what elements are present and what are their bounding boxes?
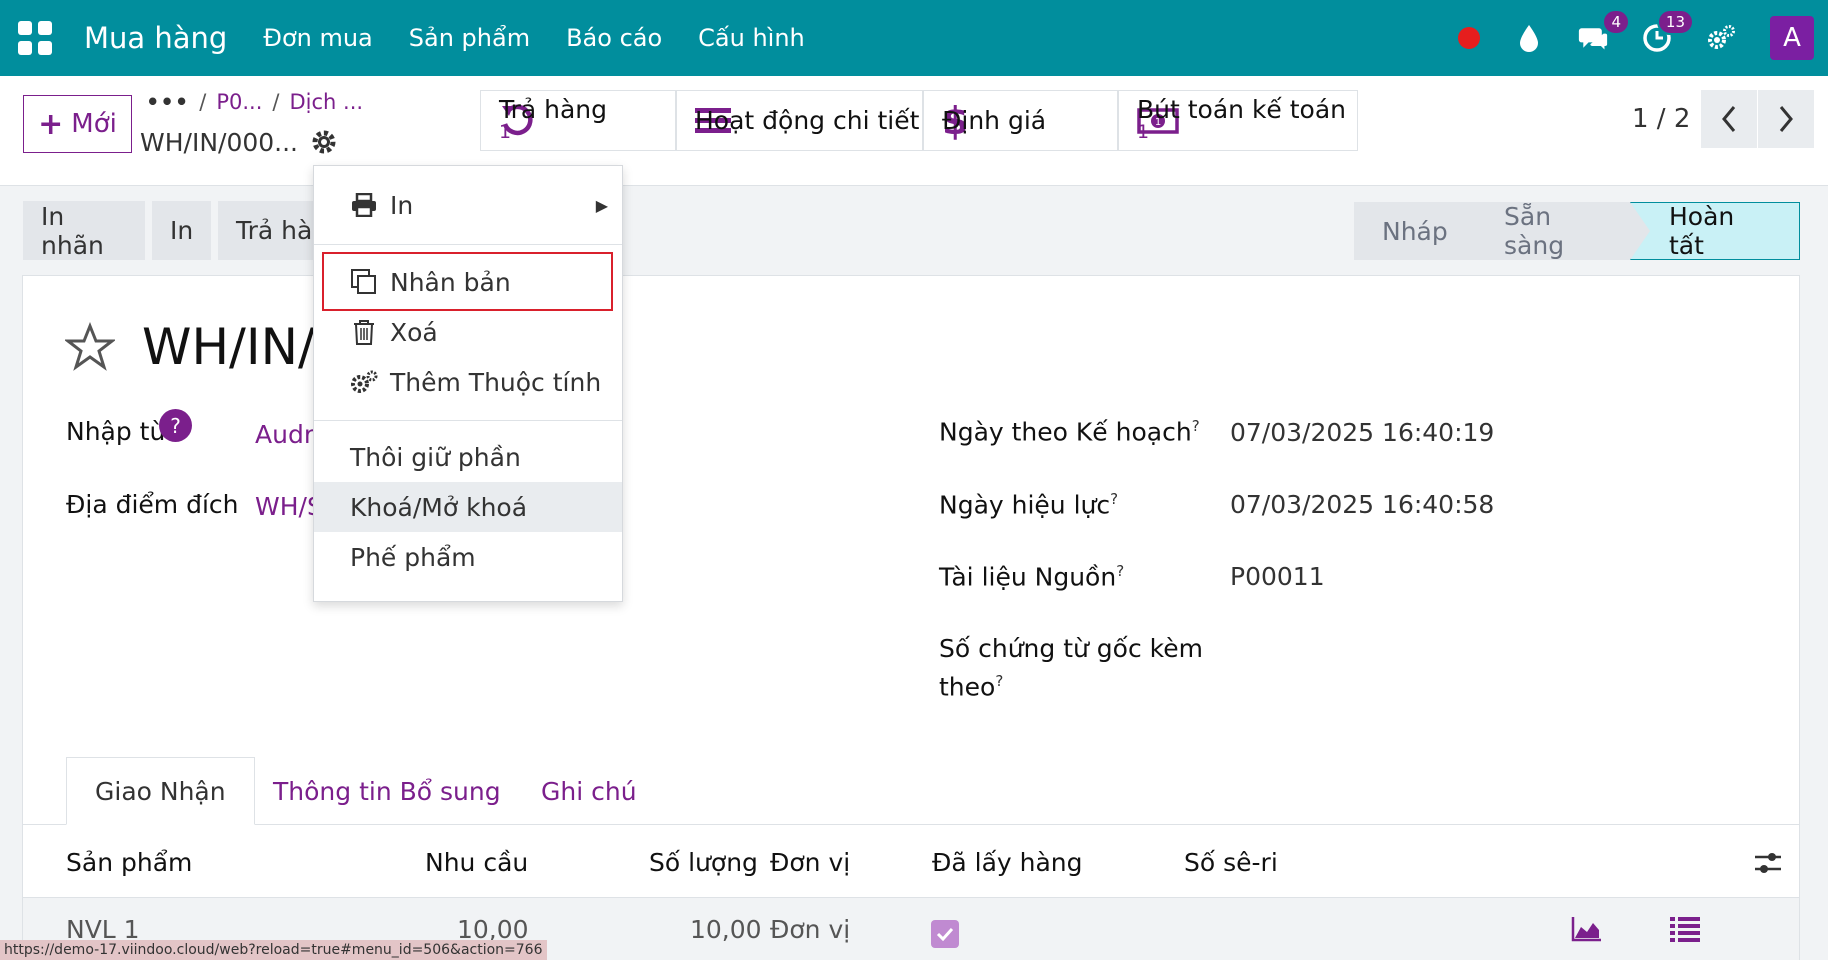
breadcrumb: ••• / P0... / Dịch ... (146, 90, 364, 114)
tab-note[interactable]: Ghi chú (541, 757, 637, 825)
chevron-left-icon (1722, 106, 1736, 132)
dropdown-item-lock-unlock[interactable]: Khoá/Mở khoá (314, 482, 622, 532)
plus-icon: + (38, 106, 64, 142)
menu-reports[interactable]: Báo cáo (566, 24, 662, 52)
dropdown-item-print-label: In (390, 190, 414, 220)
dropdown-item-add-attribute[interactable]: Thêm Thuộc tính (314, 357, 622, 407)
pager-next-button[interactable] (1758, 90, 1814, 148)
field-value-scheduled-date[interactable]: 07/03/2025 16:40:19 (1230, 418, 1494, 447)
dropdown-item-scrap[interactable]: Phế phẩm (314, 532, 622, 582)
settings-gears-icon[interactable] (1706, 23, 1736, 53)
caret-right-icon: ▶ (595, 195, 608, 215)
messages-badge: 4 (1602, 9, 1630, 35)
field-value-source[interactable]: Audr (255, 420, 315, 449)
return-button[interactable]: Trả hàng (218, 201, 318, 260)
messages-icon[interactable]: 4 (1578, 9, 1630, 53)
smart-button-valuation[interactable]: $ Định giá (923, 90, 1118, 151)
dropdown-item-delete-label: Xoá (390, 317, 438, 347)
field-value-destination[interactable]: WH/S (255, 492, 315, 521)
tab-operations[interactable]: Giao Nhận (66, 757, 255, 825)
star-icon[interactable] (65, 322, 115, 372)
field-label-scheduled-date: Ngày theo Kế hoạch? (939, 417, 1200, 447)
field-value-effective-date[interactable]: 07/03/2025 16:40:58 (1230, 490, 1494, 519)
check-icon (936, 927, 954, 941)
menu-config[interactable]: Cấu hình (698, 24, 805, 52)
print-button[interactable]: In (152, 201, 211, 260)
col-uom[interactable]: Đơn vị (770, 848, 850, 877)
activity-badge: 13 (1656, 9, 1694, 35)
new-button[interactable]: + Mới (23, 95, 132, 153)
record-name: WH/IN/000... (140, 128, 298, 157)
picked-checkbox[interactable] (931, 920, 959, 948)
print-labels-button[interactable]: In nhãn (23, 201, 145, 260)
dropdown-item-print[interactable]: In ▶ (314, 180, 622, 230)
printer-icon (350, 191, 378, 219)
cogs-icon (350, 368, 378, 396)
app-brand[interactable]: Mua hàng (84, 21, 227, 55)
field-label-source: Nhập từ (66, 417, 166, 446)
breadcrumb-item-po[interactable]: P0... (216, 90, 262, 114)
field-label-source-document: Tài liệu Nguồn? (939, 562, 1125, 592)
table-header: Sản phẩm Nhu cầu Số lượng Đơn vị Đã lấy … (23, 826, 1799, 898)
status-bar: Nháp Sẵn sàng Hoàn tất (1354, 202, 1800, 260)
highlight-box (322, 252, 613, 311)
status-ready-label: Sẵn sàng (1504, 202, 1565, 260)
breadcrumb-item-transfer[interactable]: Dịch ... (290, 90, 364, 114)
menu-products[interactable]: Sản phẩm (409, 24, 530, 52)
col-serial[interactable]: Số sê-ri (1184, 848, 1278, 877)
col-product[interactable]: Sản phẩm (66, 848, 192, 877)
dropdown-item-delete[interactable]: Xoá (314, 307, 622, 357)
status-done[interactable]: Hoàn tất (1630, 202, 1800, 260)
dropdown-item-add-attribute-label: Thêm Thuộc tính (390, 367, 602, 397)
menu-orders[interactable]: Đơn mua (263, 24, 372, 52)
smart-journal-label: Bút toán kế toán (1137, 94, 1347, 124)
chevron-right-icon (1779, 106, 1793, 132)
activity-clock-icon[interactable]: 13 (1642, 9, 1694, 53)
col-picked[interactable]: Đã lấy hàng (932, 848, 1083, 877)
status-draft-label: Nháp (1382, 216, 1448, 246)
col-demand[interactable]: Nhu cầu (425, 848, 528, 877)
col-quantity[interactable]: Số lượng (649, 848, 758, 877)
field-value-source-document[interactable]: P00011 (1230, 562, 1325, 591)
pager-value[interactable]: 1 / 2 (1632, 104, 1690, 134)
smart-returns-count: 1 (499, 120, 512, 143)
notebook-tabs: Giao Nhận Thông tin Bổ sung Ghi chú (23, 757, 1799, 825)
status-ready[interactable]: Sẵn sàng (1466, 202, 1650, 260)
top-navbar: Mua hàng Đơn mua Sản phẩm Báo cáo Cấu hì… (0, 0, 1828, 76)
tab-additional-info[interactable]: Thông tin Bổ sung (273, 757, 501, 825)
status-done-label: Hoàn tất (1669, 202, 1735, 260)
smart-button-journal-entries[interactable]: 1 Bút toán kế toán 1 (1118, 90, 1358, 151)
control-panel: + Mới ••• / P0... / Dịch ... WH/IN/000..… (0, 76, 1828, 186)
smart-valuation-label: Định giá (942, 105, 1047, 135)
smart-journal-count: 1 (1137, 120, 1150, 143)
breadcrumb-more[interactable]: ••• (146, 90, 189, 114)
cell-quantity[interactable]: 10,00 (690, 915, 762, 944)
smart-returns-label: Trả hàng (499, 94, 608, 124)
smart-button-returns[interactable]: Trả hàng 1 (480, 90, 676, 151)
help-icon[interactable]: ? (159, 409, 192, 442)
trash-icon (350, 318, 378, 346)
apps-menu-icon[interactable] (18, 20, 54, 56)
record-title: WH/IN/ (142, 318, 315, 376)
dropdown-item-unreserve[interactable]: Thôi giữ phần (314, 432, 622, 482)
field-label-effective-date: Ngày hiệu lực? (939, 490, 1119, 520)
column-settings-icon[interactable] (1753, 848, 1783, 878)
cell-uom: Đơn vị (770, 915, 851, 944)
field-label-destination: Địa điểm đích (66, 490, 239, 519)
status-url: https://demo-17.viindoo.cloud/web?reload… (0, 940, 547, 960)
gear-icon[interactable] (310, 128, 340, 158)
status-draft[interactable]: Nháp (1354, 202, 1486, 260)
smart-detailed-operations-label: Hoạt động chi tiết (695, 105, 920, 135)
new-button-label: Mới (71, 109, 117, 139)
field-label-origin-voucher: Số chứng từ gốc kèm (939, 634, 1203, 663)
user-avatar[interactable]: A (1770, 16, 1814, 60)
record-icon[interactable] (1458, 27, 1480, 49)
list-detail-icon[interactable] (1670, 916, 1700, 942)
drop-icon[interactable] (1514, 23, 1544, 53)
action-dropdown: In ▶ Nhân bản Xoá Thêm Thuộc tính Thôi g… (313, 165, 623, 602)
area-chart-icon[interactable] (1571, 915, 1603, 943)
field-label-origin-voucher-2: theo? (939, 672, 1004, 702)
smart-button-detailed-operations[interactable]: Hoạt động chi tiết (676, 90, 923, 151)
pager-previous-button[interactable] (1701, 90, 1757, 148)
